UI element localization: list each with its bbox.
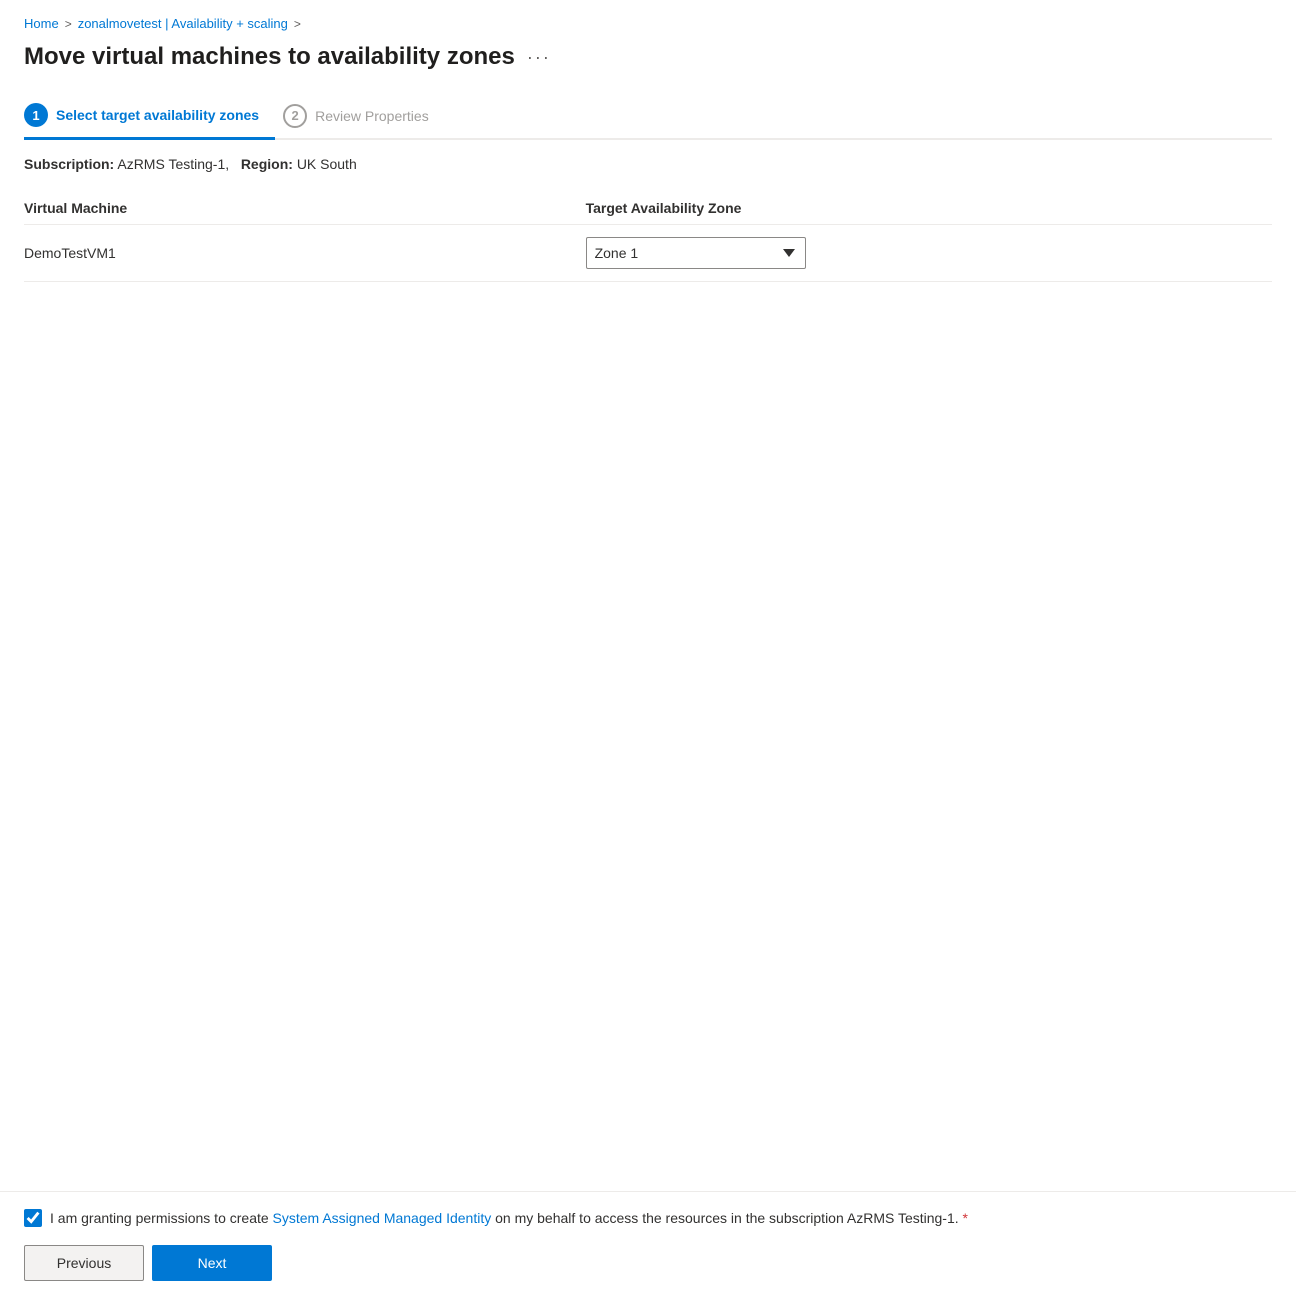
step-1-circle: 1 (24, 103, 48, 127)
col-header-vm: Virtual Machine (24, 192, 586, 225)
step-2-circle: 2 (283, 104, 307, 128)
consent-text-after-link: on my behalf to access the resources in … (495, 1210, 959, 1226)
col-header-zone: Target Availability Zone (586, 192, 1272, 225)
zone-select[interactable]: Zone 1 Zone 2 Zone 3 (586, 237, 806, 269)
vm-table: Virtual Machine Target Availability Zone… (24, 192, 1272, 282)
breadcrumb-separator-1: > (65, 17, 72, 31)
breadcrumb-separator-2: > (294, 17, 301, 31)
required-asterisk: * (963, 1210, 968, 1226)
subscription-value: AzRMS Testing-1, (117, 156, 229, 172)
page-title: Move virtual machines to availability zo… (24, 43, 515, 71)
previous-button[interactable]: Previous (24, 1245, 144, 1281)
table-row: DemoTestVM1 Zone 1 Zone 2 Zone 3 (24, 225, 1272, 282)
breadcrumb-resource[interactable]: zonalmovetest | Availability + scaling (78, 16, 288, 31)
step-2-label: Review Properties (315, 108, 429, 124)
vm-name-cell: DemoTestVM1 (24, 225, 586, 282)
breadcrumb: Home > zonalmovetest | Availability + sc… (24, 16, 1272, 31)
consent-row: I am granting permissions to create Syst… (24, 1208, 1272, 1229)
breadcrumb-home[interactable]: Home (24, 16, 59, 31)
button-row: Previous Next (24, 1245, 1272, 1281)
subscription-info: Subscription: AzRMS Testing-1, Region: U… (24, 156, 1272, 172)
consent-identity-link[interactable]: System Assigned Managed Identity (273, 1210, 492, 1226)
consent-text: I am granting permissions to create Syst… (50, 1208, 968, 1229)
subscription-label: Subscription: (24, 156, 114, 172)
region-value: UK South (297, 156, 357, 172)
region-label: Region: (241, 156, 293, 172)
zone-select-cell: Zone 1 Zone 2 Zone 3 (586, 225, 1272, 282)
step-1[interactable]: 1 Select target availability zones (24, 95, 275, 140)
wizard-steps: 1 Select target availability zones 2 Rev… (24, 95, 1272, 140)
page-title-container: Move virtual machines to availability zo… (24, 43, 1272, 71)
more-options-button[interactable]: ··· (527, 47, 551, 68)
next-button[interactable]: Next (152, 1245, 272, 1281)
content-area: Subscription: AzRMS Testing-1, Region: U… (24, 140, 1272, 1175)
consent-text-before-link: I am granting permissions to create (50, 1210, 269, 1226)
step-1-label: Select target availability zones (56, 107, 259, 123)
footer: I am granting permissions to create Syst… (0, 1191, 1296, 1297)
consent-checkbox[interactable] (24, 1209, 42, 1227)
step-2[interactable]: 2 Review Properties (283, 96, 445, 138)
